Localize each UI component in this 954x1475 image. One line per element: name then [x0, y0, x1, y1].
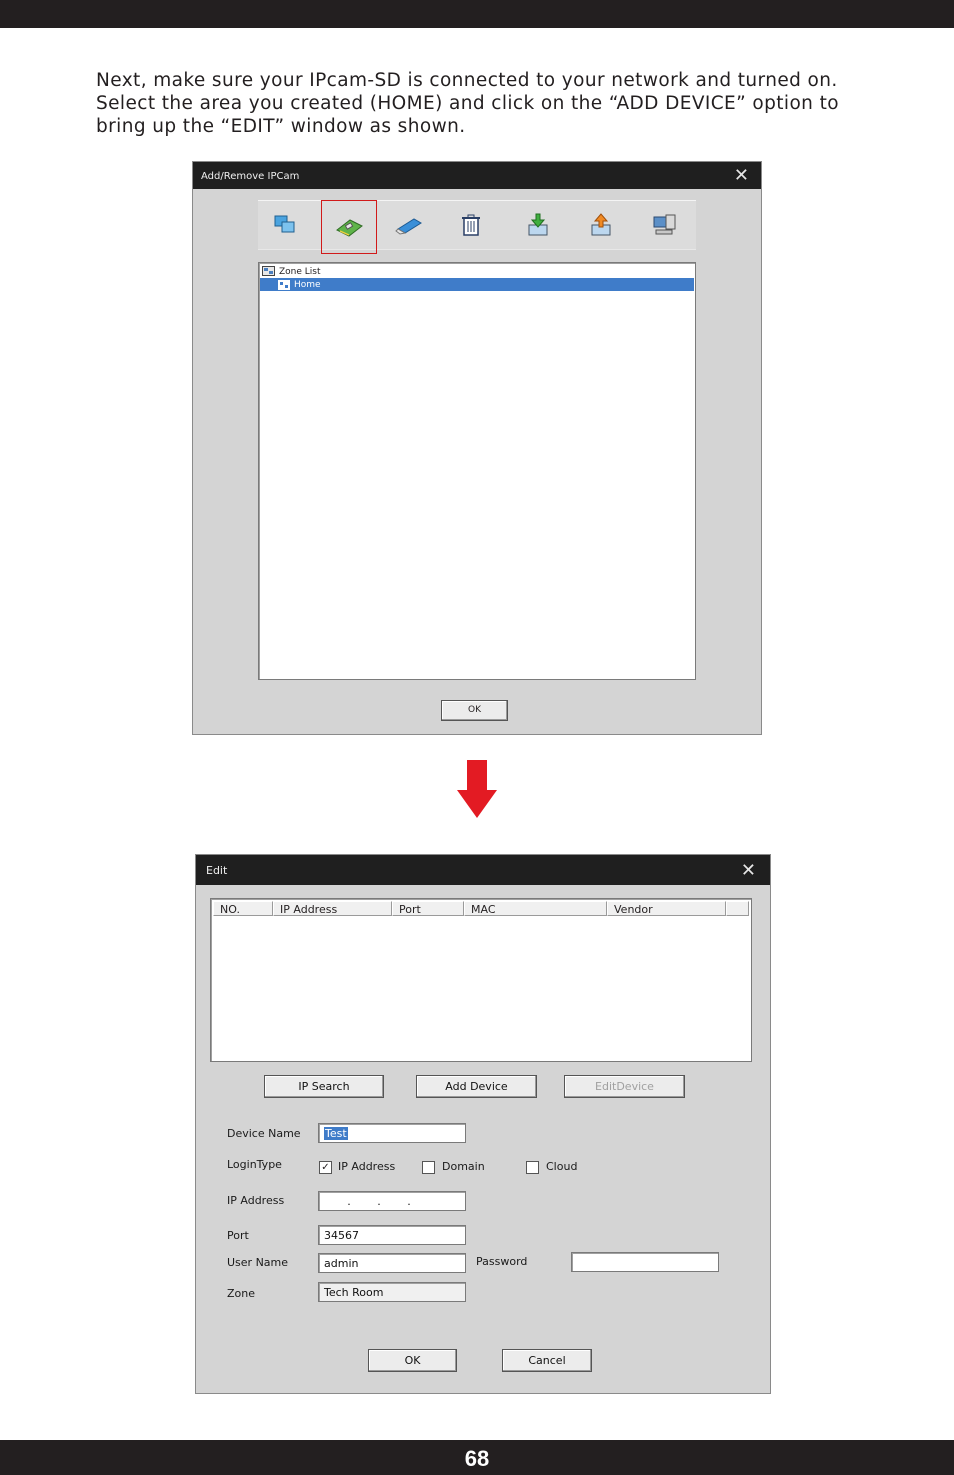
zone-list-icon: [262, 266, 275, 276]
ip-address-checkbox[interactable]: ✓: [319, 1161, 332, 1174]
toolbar: [258, 200, 696, 254]
column-no[interactable]: NO.: [213, 901, 273, 916]
ok-button[interactable]: OK: [441, 700, 508, 721]
window-title: Add/Remove IPCam: [201, 171, 300, 182]
column-port[interactable]: Port: [392, 901, 464, 916]
domain-option-label: Domain: [442, 1160, 485, 1173]
window-title: Edit: [206, 864, 228, 877]
add-device-button[interactable]: [321, 200, 377, 254]
edit-button[interactable]: [382, 203, 436, 247]
import-button[interactable]: [511, 203, 565, 247]
down-arrow-icon: [457, 760, 497, 818]
zone-field[interactable]: Tech Room: [318, 1282, 466, 1302]
device-name-value: Test: [324, 1127, 348, 1140]
home-label: Home: [294, 279, 321, 290]
intro-line-3: bring up the “EDIT” window as shown.: [96, 116, 466, 137]
domain-checkbox[interactable]: [422, 1161, 435, 1174]
column-ip-address[interactable]: IP Address: [273, 901, 392, 916]
cloud-option-label: Cloud: [546, 1160, 578, 1173]
cloud-checkbox[interactable]: [526, 1161, 539, 1174]
ip-dot-3: .: [407, 1195, 411, 1208]
ip-search-button[interactable]: IP Search: [264, 1075, 384, 1098]
ip-dot-1: .: [347, 1195, 351, 1208]
device-name-field[interactable]: Test: [318, 1123, 466, 1143]
column-vendor[interactable]: Vendor: [607, 901, 726, 916]
edit-icon: [395, 218, 422, 235]
intro-line-2: Select the area you created (HOME) and c…: [96, 93, 839, 114]
ip-address-option-label: IP Address: [338, 1160, 396, 1173]
port-label: Port: [227, 1229, 249, 1242]
port-field[interactable]: 34567: [318, 1225, 466, 1245]
device-name-label: Device Name: [227, 1127, 301, 1140]
close-icon[interactable]: ✕: [741, 861, 756, 881]
password-label: Password: [476, 1255, 528, 1268]
export-button[interactable]: [574, 203, 628, 247]
ok-button[interactable]: OK: [368, 1349, 457, 1372]
page-number: 68: [464, 1446, 490, 1471]
edit-device-button: EditDevice: [564, 1075, 685, 1098]
delete-button[interactable]: [444, 203, 498, 247]
add-zone-button[interactable]: [258, 203, 312, 247]
intro-line-1: Next, make sure your IPcam-SD is connect…: [96, 70, 838, 91]
top-bar: [0, 0, 954, 28]
add-zone-icon: [274, 215, 295, 233]
zone-tree: Zone List Home: [258, 262, 696, 680]
zone-label: Zone: [227, 1287, 256, 1300]
export-icon: [591, 213, 611, 236]
tree-root-zone-list[interactable]: Zone List: [262, 266, 321, 277]
column-filler: [726, 901, 749, 916]
zone-list-label: Zone List: [279, 266, 321, 277]
ip-address-field[interactable]: . . .: [318, 1191, 466, 1211]
cancel-button[interactable]: Cancel: [502, 1349, 592, 1372]
intro-text: Next, make sure your IPcam-SD is connect…: [96, 69, 876, 138]
ip-dot-2: .: [377, 1195, 381, 1208]
network-icon: [653, 214, 676, 235]
ip-address-label: IP Address: [227, 1194, 285, 1207]
user-name-field[interactable]: admin: [318, 1253, 466, 1273]
home-zone-icon: [278, 279, 290, 290]
device-list-header: NO. IP Address Port MAC Vendor: [213, 901, 749, 917]
add-device-button[interactable]: Add Device: [416, 1075, 537, 1098]
user-name-label: User Name: [227, 1256, 289, 1269]
device-list[interactable]: NO. IP Address Port MAC Vendor: [210, 898, 752, 1062]
network-button[interactable]: [638, 203, 692, 247]
edit-window: Edit ✕ NO. IP Address Port MAC Vendor IP…: [195, 854, 771, 1394]
close-icon[interactable]: ✕: [734, 166, 749, 186]
password-field[interactable]: [571, 1252, 719, 1272]
add-remove-ipcam-window: Add/Remove IPCam ✕ Zone List Home OK: [192, 161, 762, 735]
ip-octet-separators: . . .: [334, 1192, 424, 1211]
tree-item-home[interactable]: Home: [260, 278, 694, 291]
footer-bar: 68: [0, 1440, 954, 1475]
column-mac[interactable]: MAC: [464, 901, 607, 916]
trash-icon: [462, 214, 480, 236]
import-icon: [528, 213, 548, 236]
login-type-label: LoginType: [227, 1158, 282, 1171]
window-title-bar: Edit: [196, 855, 770, 885]
add-device-icon: [336, 219, 363, 237]
window-title-bar: Add/Remove IPCam: [193, 162, 761, 189]
